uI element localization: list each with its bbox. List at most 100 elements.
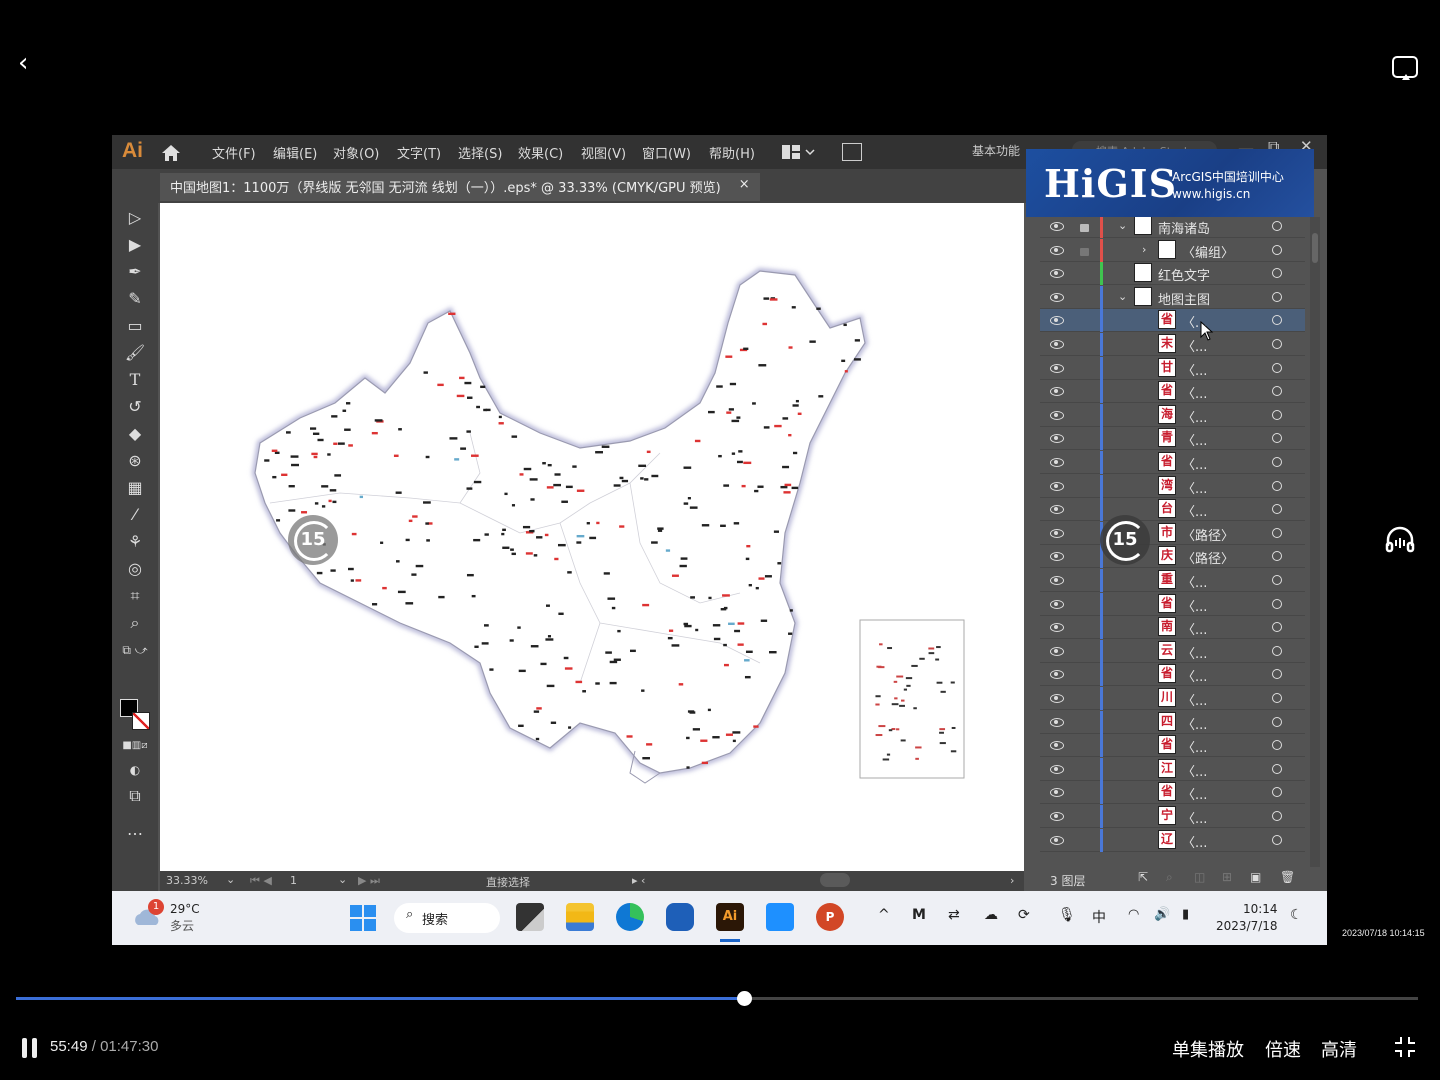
visibility-eye-icon[interactable]: [1050, 434, 1064, 444]
target-circle-icon[interactable]: [1272, 433, 1282, 444]
layer-row[interactable]: 省〈...: [1040, 592, 1305, 616]
playback-speed-button[interactable]: 倍速: [1265, 1036, 1301, 1062]
visibility-eye-icon[interactable]: [1050, 316, 1064, 326]
chevron-right-icon[interactable]: ›: [1142, 243, 1146, 256]
layer-name[interactable]: 〈...: [1182, 501, 1207, 520]
target-circle-icon[interactable]: [1272, 740, 1282, 751]
new-layer-icon[interactable]: ▣: [1250, 870, 1261, 884]
target-circle-icon[interactable]: [1272, 362, 1282, 373]
progress-handle[interactable]: [737, 991, 753, 1006]
scroll-right-icon[interactable]: ›: [1010, 874, 1014, 887]
curvature-tool-icon[interactable]: ✎: [122, 288, 148, 310]
layer-row[interactable]: 辽〈...: [1040, 828, 1305, 852]
windows-start-icon[interactable]: [350, 905, 376, 931]
layer-row[interactable]: 江〈...: [1040, 757, 1305, 781]
tray-app-icon[interactable]: M: [912, 907, 926, 923]
target-circle-icon[interactable]: [1272, 598, 1282, 609]
screen-mode-icon[interactable]: ⧉: [122, 785, 148, 807]
security-app-icon[interactable]: [666, 903, 694, 931]
visibility-eye-icon[interactable]: [1050, 222, 1064, 231]
visibility-eye-icon[interactable]: [1050, 576, 1064, 585]
target-circle-icon[interactable]: [1272, 669, 1282, 680]
visibility-eye-icon[interactable]: [1050, 528, 1064, 538]
target-circle-icon[interactable]: [1272, 315, 1282, 326]
layer-name[interactable]: 〈...: [1182, 596, 1207, 615]
layer-row[interactable]: 红色文字: [1040, 262, 1305, 286]
artboard-number[interactable]: 1: [290, 874, 297, 887]
microphone-icon[interactable]: 🎙: [1058, 907, 1076, 923]
wifi-icon[interactable]: ◠: [1128, 907, 1139, 922]
layer-row[interactable]: 重〈...: [1040, 569, 1305, 592]
direct-selection-tool-icon[interactable]: ▶: [122, 234, 148, 256]
visibility-eye-icon[interactable]: [1050, 292, 1064, 302]
close-tab-button[interactable]: ×: [739, 177, 750, 197]
visibility-eye-icon[interactable]: [1050, 694, 1064, 703]
swap-fill-stroke-icon[interactable]: ⧉ ⤻: [122, 639, 148, 661]
layer-row[interactable]: 省〈...: [1040, 781, 1305, 805]
menu-help[interactable]: 帮助(H): [709, 143, 755, 162]
color-mode-icon[interactable]: ■▥⧄: [122, 735, 148, 757]
layer-name[interactable]: 〈路径〉: [1182, 548, 1234, 567]
first-artboard-icon[interactable]: ⏮ ◀: [250, 874, 272, 888]
zoom-level[interactable]: 33.33%: [166, 874, 208, 887]
paintbrush-tool-icon[interactable]: 🖌: [122, 342, 148, 364]
layer-name[interactable]: 〈...: [1182, 784, 1207, 803]
layer-name[interactable]: 红色文字: [1158, 265, 1210, 284]
visibility-eye-icon[interactable]: [1050, 552, 1064, 562]
ime-indicator[interactable]: 中: [1092, 907, 1106, 927]
target-circle-icon[interactable]: [1272, 693, 1282, 703]
illustrator-taskbar-icon[interactable]: Ai: [716, 903, 744, 931]
menu-effect[interactable]: 效果(C): [518, 143, 563, 162]
home-icon[interactable]: [160, 143, 182, 163]
layer-row[interactable]: 宁〈...: [1040, 805, 1305, 828]
layer-name[interactable]: 〈...: [1182, 407, 1207, 426]
rectangle-tool-icon[interactable]: ▭: [122, 315, 148, 337]
layer-name[interactable]: 〈...: [1182, 643, 1207, 662]
layer-name[interactable]: 〈...: [1182, 808, 1207, 827]
zoom-tool-icon[interactable]: ⌕: [122, 612, 148, 634]
status-menu-icon[interactable]: ▸ ‹: [632, 874, 645, 887]
layer-name[interactable]: 〈...: [1182, 383, 1207, 402]
visibility-eye-icon[interactable]: [1050, 741, 1064, 751]
visibility-eye-icon[interactable]: [1050, 764, 1064, 774]
layer-name[interactable]: 〈...: [1182, 737, 1207, 756]
meeting-app-icon[interactable]: [766, 903, 794, 931]
export-icon[interactable]: ⇱: [1138, 870, 1148, 884]
visibility-eye-icon[interactable]: [1050, 812, 1064, 821]
target-circle-icon[interactable]: [1272, 221, 1282, 231]
layer-row[interactable]: 市〈路径〉: [1040, 521, 1305, 545]
onedrive-icon[interactable]: ☁: [984, 907, 998, 923]
target-circle-icon[interactable]: [1272, 386, 1282, 397]
layer-row[interactable]: 省〈...: [1040, 663, 1305, 687]
visibility-eye-icon[interactable]: [1050, 717, 1064, 727]
menu-file[interactable]: 文件(F): [212, 143, 256, 162]
target-circle-icon[interactable]: [1272, 763, 1282, 774]
stroke-color-swatch[interactable]: [132, 712, 150, 730]
clipping-mask-icon[interactable]: ◫: [1194, 870, 1205, 884]
target-circle-icon[interactable]: [1272, 645, 1282, 656]
layer-row[interactable]: 海〈...: [1040, 403, 1305, 427]
layer-name[interactable]: 〈...: [1182, 619, 1207, 638]
layer-row[interactable]: 南〈...: [1040, 616, 1305, 640]
visibility-eye-icon[interactable]: [1050, 340, 1064, 349]
target-circle-icon[interactable]: [1272, 834, 1282, 845]
target-circle-icon[interactable]: [1272, 291, 1282, 302]
target-circle-icon[interactable]: [1272, 527, 1282, 538]
visibility-eye-icon[interactable]: [1050, 599, 1064, 609]
tray-settings-icon[interactable]: ⇄: [948, 907, 960, 923]
taskbar-clock[interactable]: 10:14 2023/7/18: [1216, 901, 1278, 935]
rotate-tool-icon[interactable]: ↺: [122, 396, 148, 418]
target-circle-icon[interactable]: [1272, 339, 1282, 349]
layer-row[interactable]: 省〈...: [1040, 734, 1305, 758]
menu-edit[interactable]: 编辑(E): [273, 143, 317, 162]
layer-row[interactable]: 川〈...: [1040, 687, 1305, 710]
eyedropper-tool-icon[interactable]: ⁄: [122, 504, 148, 526]
single-episode-button[interactable]: 单集播放: [1172, 1036, 1244, 1062]
workspace-switcher[interactable]: 基本功能: [972, 142, 1020, 159]
layer-name[interactable]: 〈...: [1182, 454, 1207, 473]
task-view-icon[interactable]: [516, 903, 544, 931]
target-circle-icon[interactable]: [1272, 622, 1282, 633]
share-screen-icon[interactable]: [842, 143, 862, 161]
layer-row[interactable]: 甘〈...: [1040, 356, 1305, 380]
arrange-documents-icon[interactable]: [782, 144, 816, 160]
